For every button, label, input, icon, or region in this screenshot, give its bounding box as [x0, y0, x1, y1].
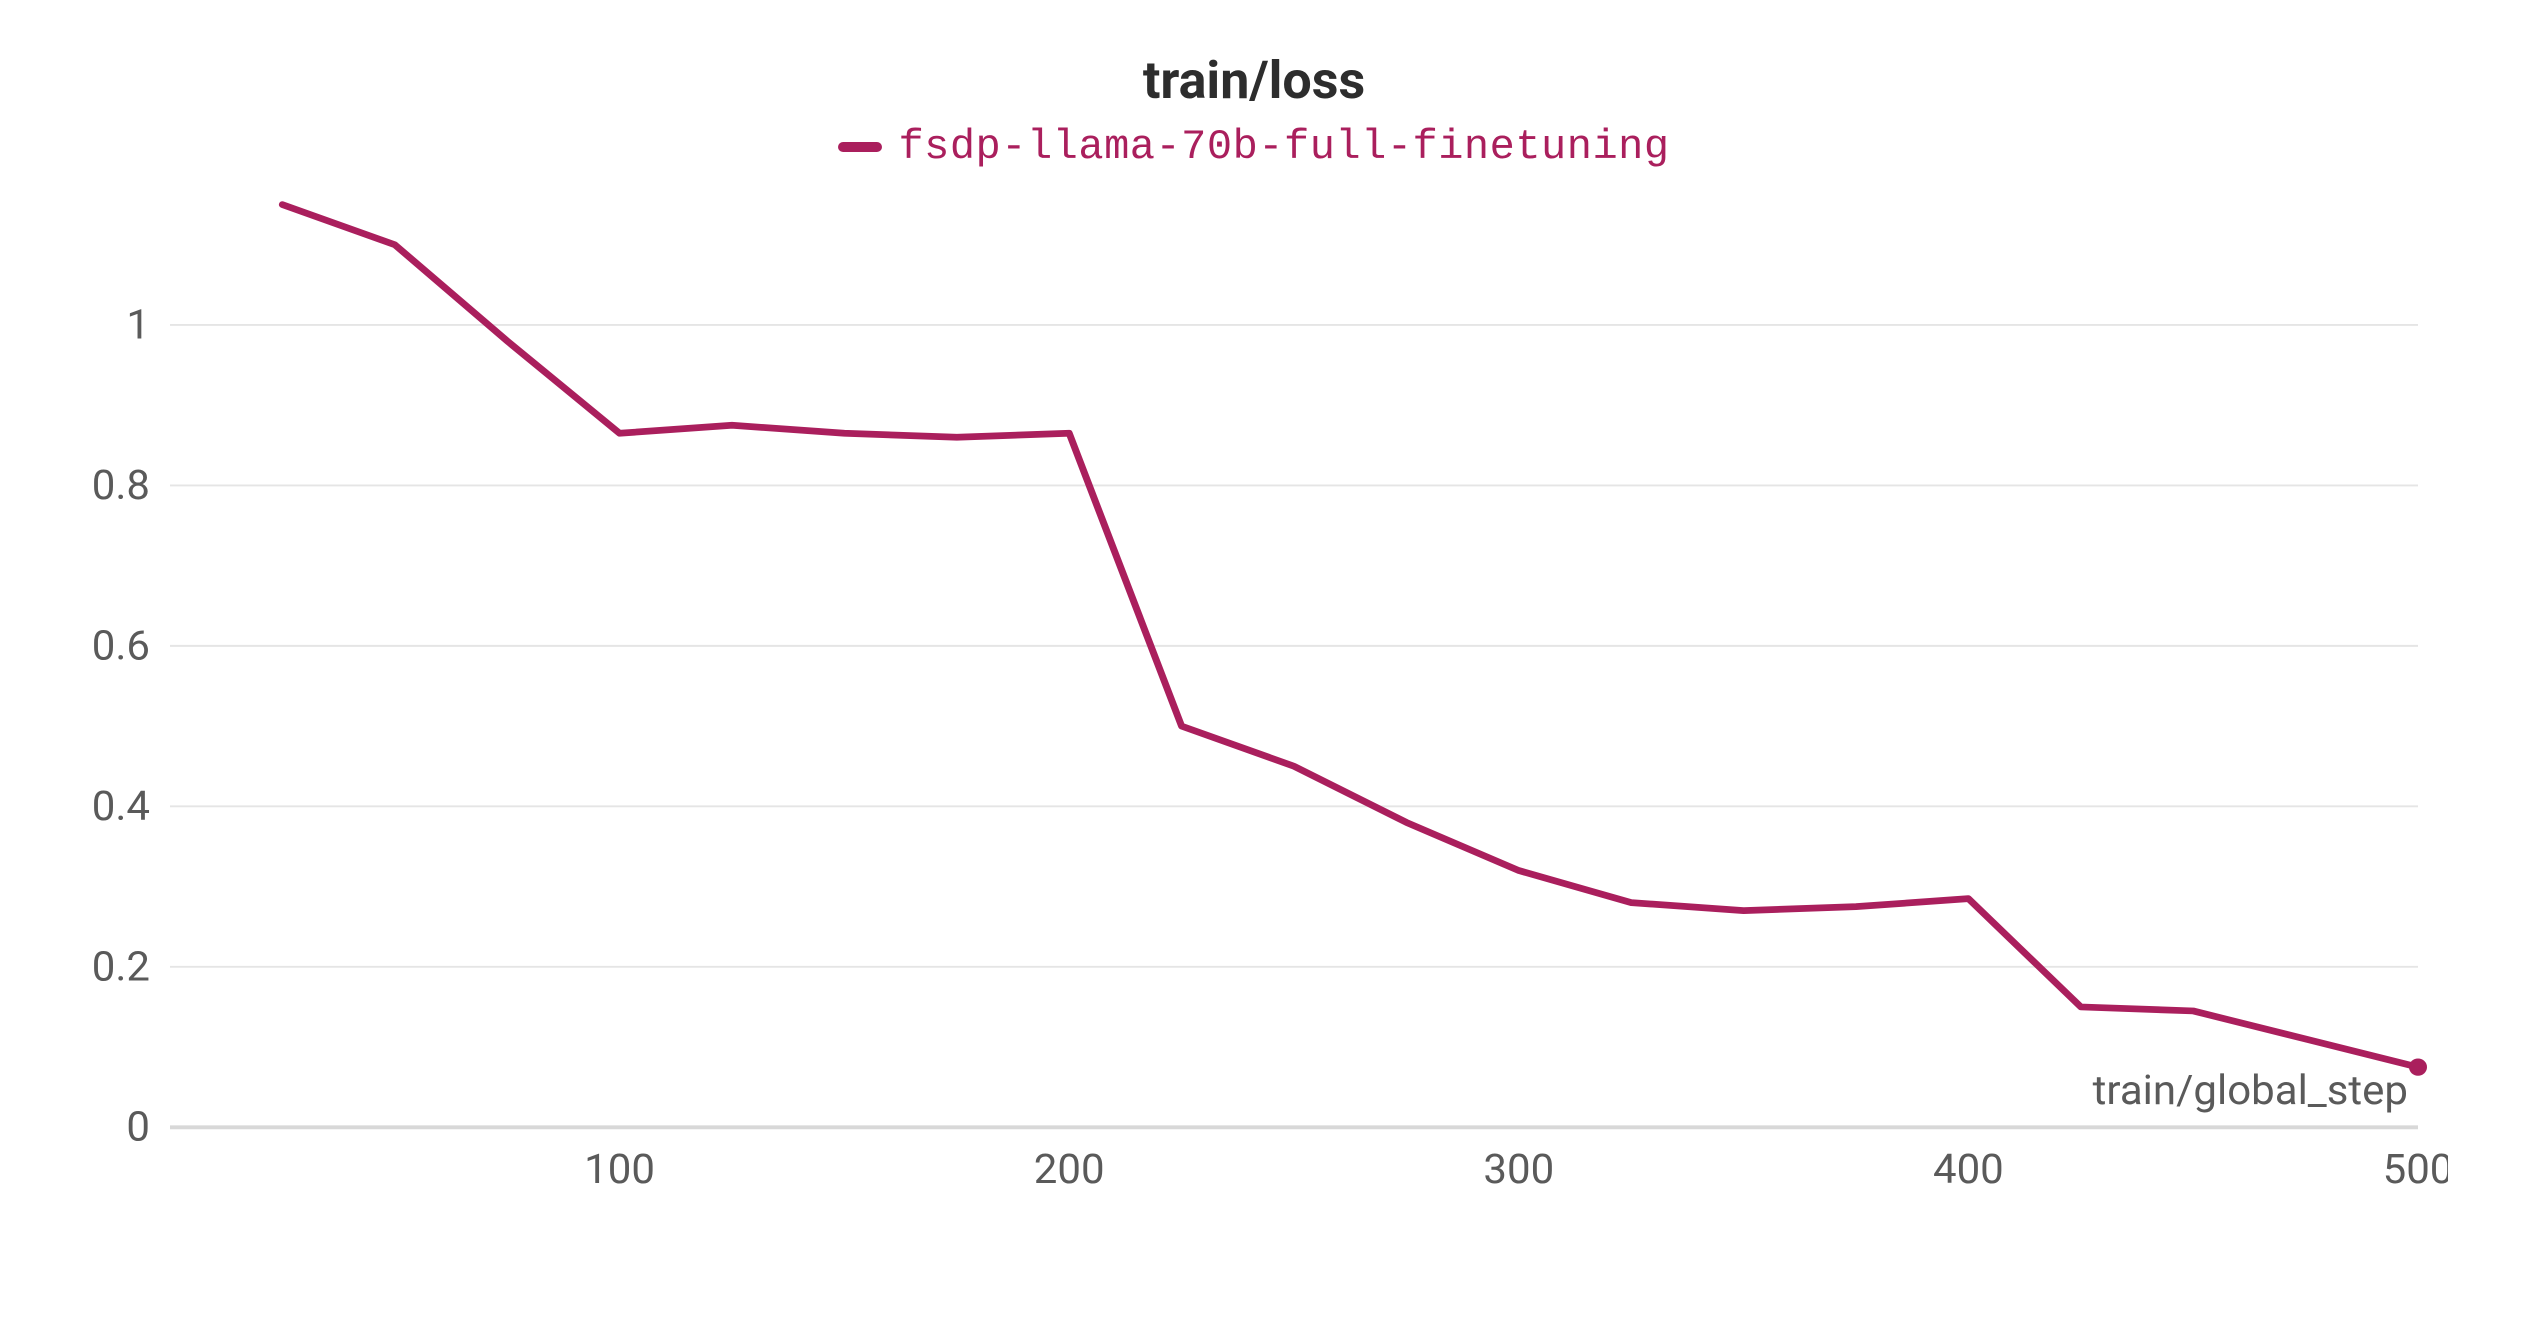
x-tick-label: 400 [1933, 1147, 2004, 1194]
x-axis-title: train/global_step [2093, 1068, 2408, 1115]
x-tick-label: 200 [1034, 1147, 1105, 1194]
x-tick-label: 500 [2383, 1147, 2448, 1194]
legend-swatch [838, 142, 882, 152]
y-tick-label: 0.2 [92, 944, 150, 991]
y-tick-label: 0.8 [92, 463, 150, 510]
chart-svg: 0 0.2 0.4 0.6 0.8 1 100 200 300 400 500 train/globa… [60, 195, 2448, 1233]
plot-area[interactable]: 0 0.2 0.4 0.6 0.8 1 100 200 300 400 500 train/globa… [60, 195, 2448, 1233]
chart-title: train/loss [60, 50, 2448, 111]
chart-container: train/loss fsdp-llama-70b-full-finetunin… [0, 0, 2528, 1328]
data-line [282, 205, 2418, 1067]
x-tick-label: 100 [584, 1147, 655, 1194]
chart-legend: fsdp-llama-70b-full-finetuning [60, 123, 2448, 171]
legend-label: fsdp-llama-70b-full-finetuning [898, 123, 1669, 171]
end-marker [2409, 1058, 2427, 1075]
y-tick-label: 1 [126, 302, 150, 349]
x-tick-label: 300 [1483, 1147, 1554, 1194]
y-tick-label: 0 [126, 1104, 150, 1151]
y-tick-label: 0.6 [92, 623, 150, 670]
y-tick-label: 0.4 [92, 784, 150, 831]
